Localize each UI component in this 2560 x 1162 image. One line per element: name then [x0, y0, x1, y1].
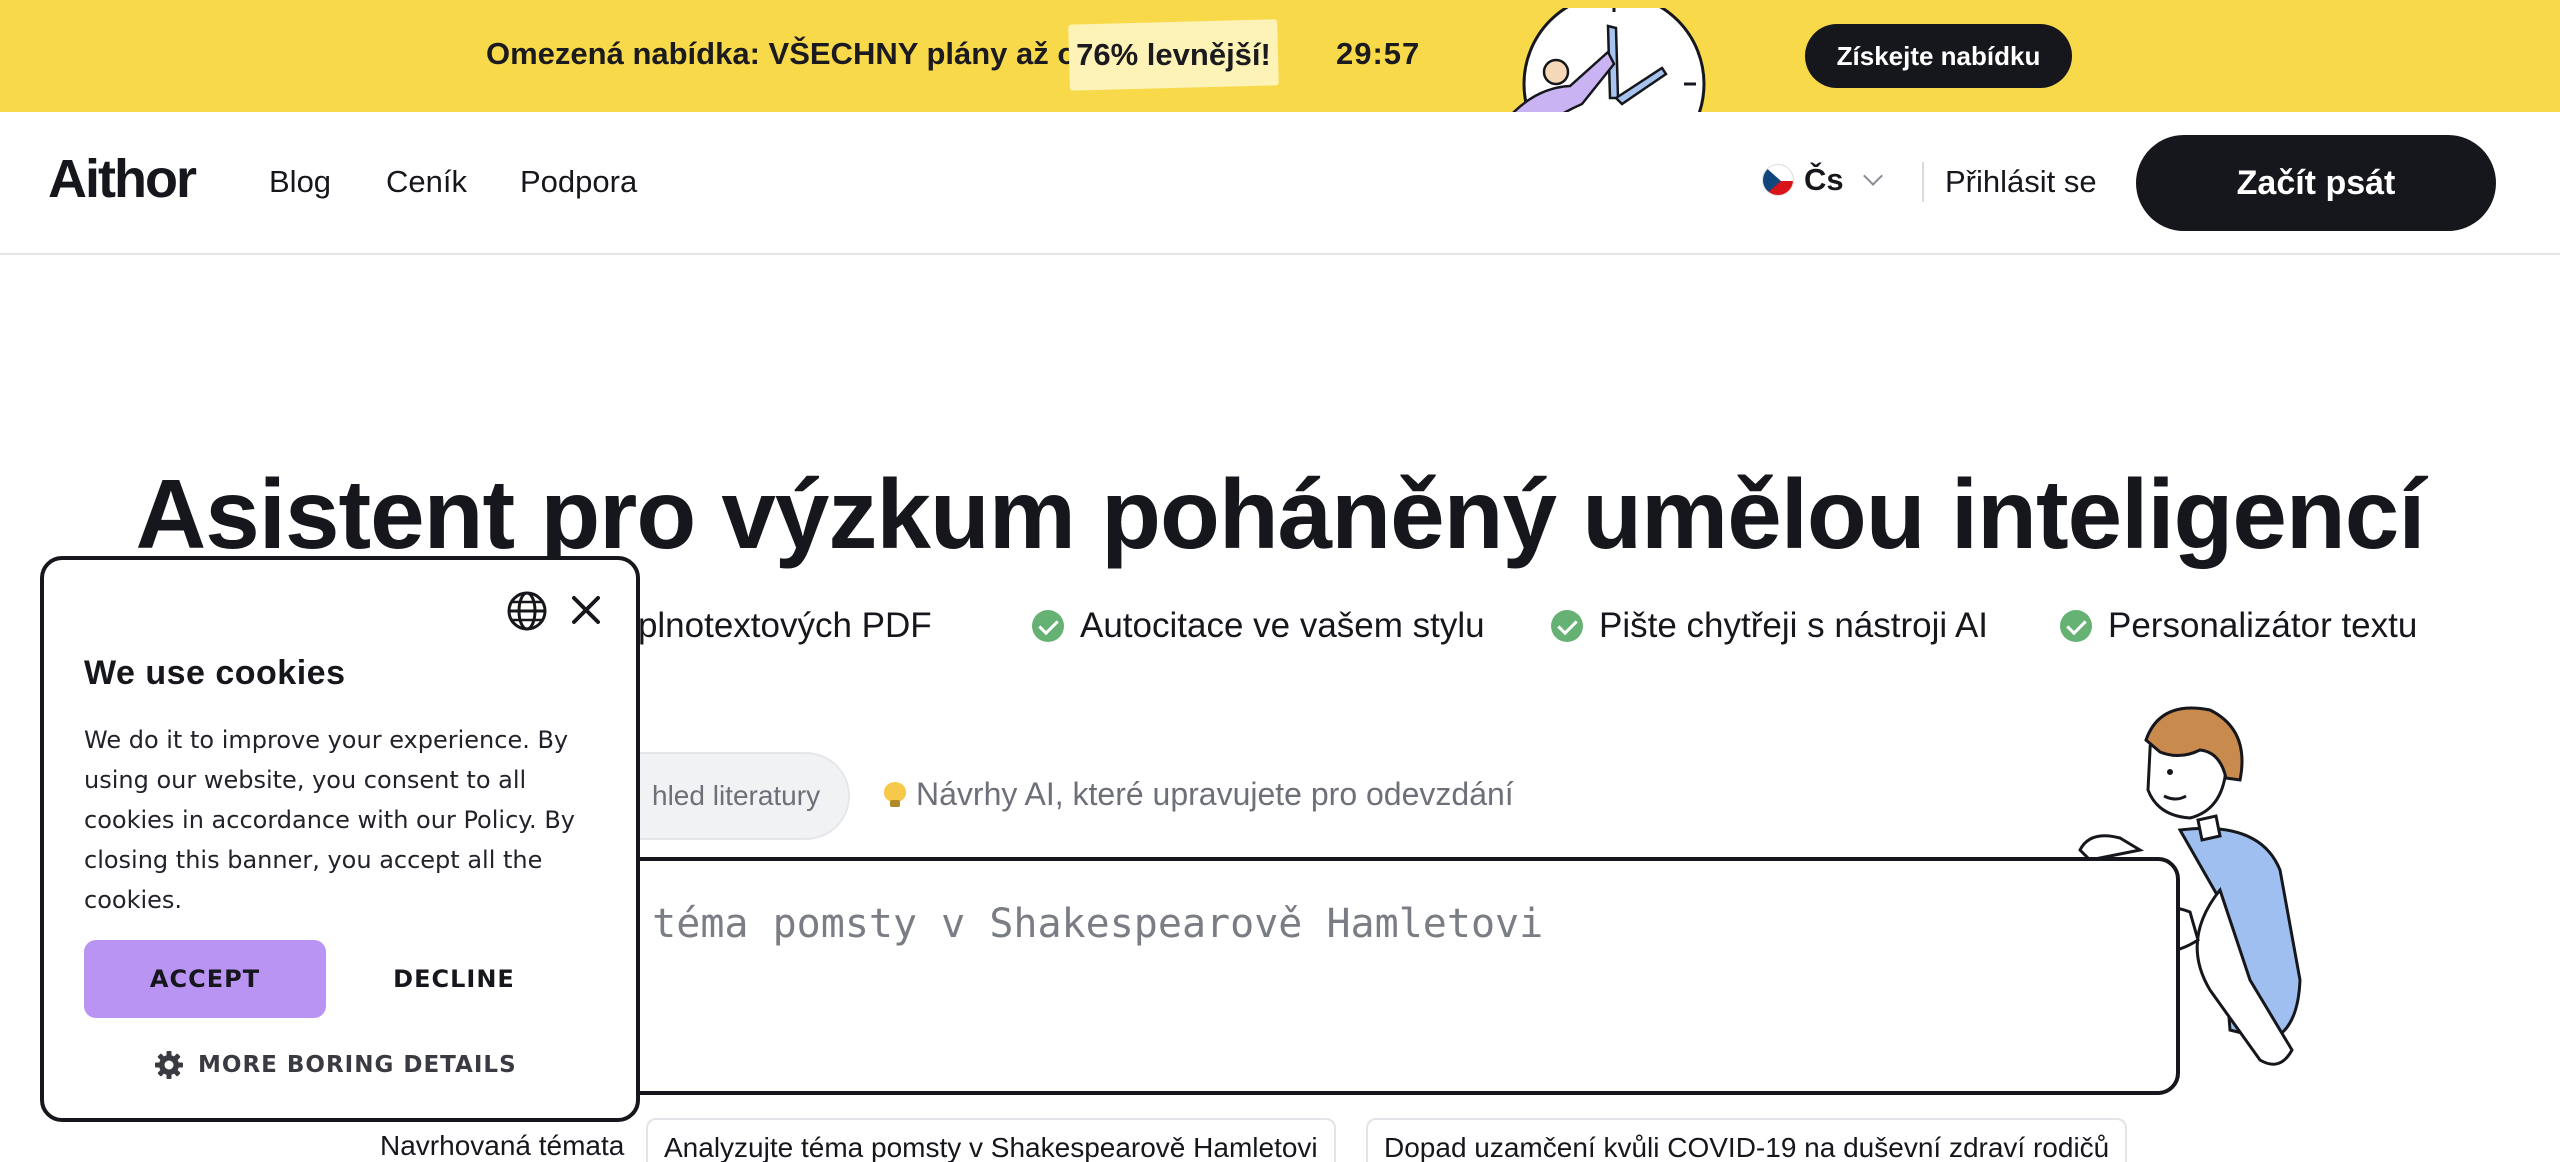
feature-label: Personalizátor textu [2108, 606, 2418, 645]
tab-ai-suggestions[interactable]: Návrhy AI, které upravujete pro odevzdán… [884, 776, 1514, 813]
cookie-consent-dialog: We use cookies We do it to improve your … [40, 556, 640, 1122]
flag-cz-icon [1762, 164, 1794, 196]
bulb-icon [884, 781, 906, 808]
gear-icon [155, 1051, 183, 1079]
hero-title: Asistent pro výzkum poháněný umělou inte… [135, 459, 2425, 569]
check-icon [2060, 610, 2092, 642]
clock-illustration [1512, 8, 1706, 112]
decline-cookies-button[interactable]: DECLINE [374, 940, 534, 1018]
feature-item: l+ plnotextových PDF [600, 606, 932, 646]
topic-input-placeholder: e téma pomsty v Shakespearově Hamletovi [604, 901, 1544, 947]
more-details-label: MORE BORING DETAILS [198, 1052, 517, 1078]
check-icon [1032, 610, 1064, 642]
suggested-topics-label: Navrhovaná témata [380, 1130, 625, 1161]
close-icon[interactable] [568, 592, 604, 628]
globe-icon[interactable] [506, 590, 548, 632]
nav-link-blog[interactable]: Blog [269, 164, 331, 200]
feature-label: l+ plnotextových PDF [600, 606, 932, 645]
cookie-description: We do it to improve your experience. By … [84, 726, 575, 914]
top-navigation: Aithor Blog Ceník Podpora Čs Přihlásit s… [0, 112, 2560, 255]
start-writing-button[interactable]: Začít psát [2136, 135, 2496, 231]
promo-text: Omezená nabídka: VŠECHNY plány až o [486, 36, 1077, 71]
tab-ai-suggestions-label: Návrhy AI, které upravujete pro odevzdán… [916, 776, 1514, 812]
promo-banner: Omezená nabídka: VŠECHNY plány až o 76% … [0, 0, 2560, 112]
aithor-logo[interactable]: Aithor [48, 148, 197, 210]
language-label: Čs [1804, 162, 1844, 197]
nav-divider [1922, 162, 1924, 202]
feature-item: Personalizátor textu [2060, 606, 2417, 646]
feature-item: Pište chytřeji s nástroji AI [1551, 606, 1988, 646]
check-icon [1551, 610, 1583, 642]
suggested-topic-chip[interactable]: Analyzujte téma pomsty v Shakespearově H… [646, 1118, 1336, 1162]
feature-label: Pište chytřeji s nástroji AI [1599, 606, 1989, 645]
topic-input-box[interactable]: e téma pomsty v Shakespearově Hamletovi [560, 857, 2180, 1095]
login-link[interactable]: Přihlásit se [1945, 164, 2097, 200]
promo-discount-badge: 76% levnější! [1068, 19, 1279, 91]
suggested-topic-chip[interactable]: Dopad uzamčení kvůli COVID-19 na duševní… [1366, 1118, 2128, 1162]
accept-cookies-button[interactable]: ACCEPT [84, 940, 326, 1018]
feature-label: Autocitace ve vašem stylu [1080, 606, 1485, 645]
nav-link-pricing[interactable]: Ceník [386, 164, 467, 200]
more-details-button[interactable]: MORE BORING DETAILS [154, 1050, 517, 1080]
get-offer-button[interactable]: Získejte nabídku [1805, 24, 2072, 88]
cookie-title: We use cookies [84, 654, 346, 692]
feature-item: Autocitace ve vašem stylu [1032, 606, 1485, 646]
promo-discount-label: 76% levnější! [1076, 37, 1271, 72]
nav-link-support[interactable]: Podpora [520, 164, 637, 200]
chevron-down-icon [1862, 166, 1883, 186]
language-selector[interactable]: Čs [1762, 162, 1883, 198]
promo-countdown-timer: 29:57 [1336, 36, 1421, 71]
